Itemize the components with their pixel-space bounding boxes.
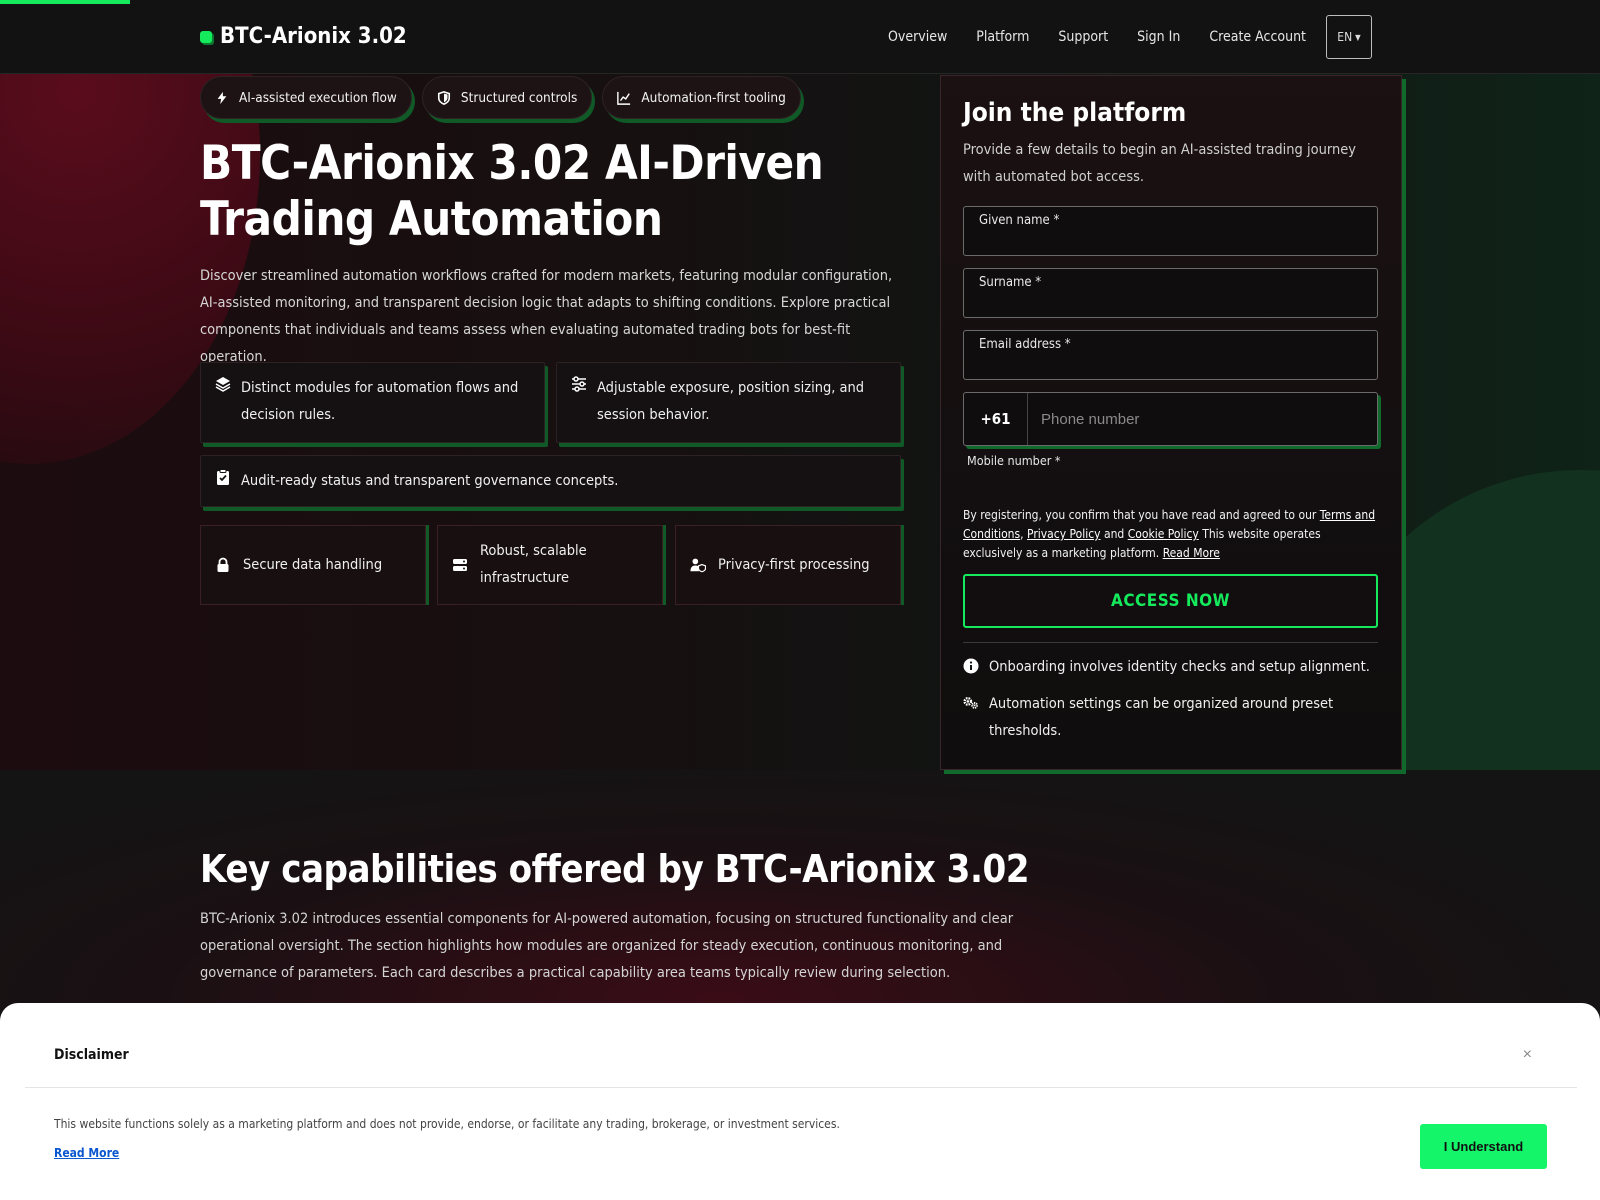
server-icon bbox=[453, 559, 467, 571]
form-note-automation: Automation settings can be organized aro… bbox=[963, 691, 1383, 745]
feature-text: Distinct modules for automation flows an… bbox=[241, 380, 519, 423]
main-nav: Overview Platform Support Sign In Create… bbox=[859, 15, 1372, 59]
feature-card-exposure: Adjustable exposure, position sizing, an… bbox=[556, 362, 901, 443]
close-icon[interactable]: × bbox=[1523, 1046, 1532, 1064]
country-code-selector[interactable]: +61 bbox=[964, 393, 1028, 445]
hero-description: Discover streamlined automation workflow… bbox=[200, 268, 893, 365]
form-note-onboarding: Onboarding involves identity checks and … bbox=[963, 654, 1383, 681]
phone-field: +61 bbox=[963, 392, 1378, 446]
phone-input[interactable] bbox=[1028, 393, 1377, 445]
phone-label: Mobile number * bbox=[967, 453, 1061, 468]
note-text: Onboarding involves identity checks and … bbox=[989, 659, 1370, 675]
gears-icon bbox=[963, 697, 978, 709]
chevron-down-icon: ▼ bbox=[1355, 32, 1361, 42]
chip-label: AI-assisted execution flow bbox=[239, 89, 397, 106]
lock-icon bbox=[217, 557, 229, 572]
shield-icon bbox=[437, 90, 450, 105]
nav-sign-in[interactable]: Sign In bbox=[1137, 29, 1180, 45]
form-subtitle: Provide a few details to begin an AI-ass… bbox=[963, 142, 1356, 185]
nav-overview[interactable]: Overview bbox=[888, 29, 947, 45]
legal-read-more-link[interactable]: Read More bbox=[1163, 546, 1220, 560]
top-navigation: BTC-Arionix 3.02 Overview Platform Suppo… bbox=[0, 0, 1600, 74]
brand-name: BTC-Arionix 3.02 bbox=[220, 24, 407, 49]
disclaimer-text: This website functions solely as a marke… bbox=[54, 1117, 840, 1131]
clipboard-check-icon bbox=[217, 469, 229, 485]
i-understand-button[interactable]: I Understand bbox=[1420, 1124, 1547, 1169]
badge-label: Privacy-first processing bbox=[718, 556, 870, 573]
feature-card-audit: Audit-ready status and transparent gover… bbox=[200, 455, 901, 507]
scroll-progress-bar bbox=[0, 0, 130, 4]
line-chart-icon bbox=[617, 91, 631, 105]
signup-form-card: Join the platform Provide a few details … bbox=[940, 75, 1402, 770]
nav-create-account[interactable]: Create Account bbox=[1209, 29, 1306, 45]
given-name-input[interactable] bbox=[964, 229, 1377, 255]
chip-label: Automation-first tooling bbox=[641, 89, 786, 106]
surname-label: Surname * bbox=[979, 275, 1042, 290]
lightning-icon bbox=[217, 91, 227, 104]
hero-title: BTC-Arionix 3.02 AI-Driven Trading Autom… bbox=[200, 136, 824, 247]
legal-prefix: By registering, you confirm that you hav… bbox=[963, 508, 1317, 522]
layers-icon bbox=[215, 377, 231, 392]
feature-text: Audit-ready status and transparent gover… bbox=[241, 473, 619, 489]
capabilities-title: Key capabilities offered by BTC-Arionix … bbox=[200, 847, 1030, 891]
language-code: EN bbox=[1337, 30, 1353, 44]
badge-secure-data: Secure data handling bbox=[200, 525, 426, 605]
access-now-button[interactable]: ACCESS NOW bbox=[963, 574, 1378, 628]
sliders-icon bbox=[572, 376, 586, 392]
surname-field[interactable]: Surname * bbox=[963, 268, 1378, 318]
disclaimer-divider bbox=[25, 1087, 1577, 1088]
language-selector[interactable]: EN ▼ bbox=[1326, 15, 1372, 59]
user-shield-icon bbox=[690, 558, 706, 573]
cookie-link[interactable]: Cookie Policy bbox=[1128, 527, 1199, 541]
email-field[interactable]: Email address * bbox=[963, 330, 1378, 380]
given-name-label: Given name * bbox=[979, 213, 1060, 228]
chip-label: Structured controls bbox=[460, 89, 578, 106]
legal-consent-text: By registering, you confirm that you hav… bbox=[963, 508, 1376, 560]
disclaimer-title: Disclaimer bbox=[54, 1047, 129, 1063]
privacy-link[interactable]: Privacy Policy bbox=[1027, 527, 1101, 541]
chip-execution-flow: AI-assisted execution flow bbox=[200, 76, 412, 119]
badge-label: Robust, scalable infrastructure bbox=[480, 543, 587, 586]
chip-structured-controls: Structured controls bbox=[421, 76, 593, 119]
nav-support[interactable]: Support bbox=[1058, 29, 1108, 45]
disclaimer-banner: Disclaimer × This website functions sole… bbox=[0, 1003, 1600, 1200]
logo-icon bbox=[200, 30, 212, 43]
given-name-field[interactable]: Given name * bbox=[963, 206, 1378, 256]
brand-logo[interactable]: BTC-Arionix 3.02 bbox=[200, 24, 407, 49]
email-label: Email address * bbox=[979, 337, 1071, 352]
chip-automation-tooling: Automation-first tooling bbox=[602, 76, 801, 119]
nav-platform[interactable]: Platform bbox=[976, 29, 1029, 45]
badge-privacy: Privacy-first processing bbox=[675, 525, 901, 605]
surname-input[interactable] bbox=[964, 291, 1377, 317]
disclaimer-read-more-link[interactable]: Read More bbox=[54, 1146, 119, 1160]
badge-infrastructure: Robust, scalable infrastructure bbox=[437, 525, 663, 605]
note-text: Automation settings can be organized aro… bbox=[989, 696, 1334, 739]
capabilities-description: BTC-Arionix 3.02 introduces essential co… bbox=[200, 911, 1014, 981]
info-icon bbox=[963, 658, 979, 674]
legal-and: and bbox=[1103, 527, 1125, 541]
feature-text: Adjustable exposure, position sizing, an… bbox=[597, 380, 865, 423]
hero-chips: AI-assisted execution flow Structured co… bbox=[200, 76, 801, 119]
form-title: Join the platform bbox=[963, 98, 1187, 128]
form-divider bbox=[963, 642, 1378, 643]
feature-card-modules: Distinct modules for automation flows an… bbox=[200, 362, 545, 443]
email-input[interactable] bbox=[964, 353, 1377, 379]
badge-label: Secure data handling bbox=[243, 556, 383, 573]
